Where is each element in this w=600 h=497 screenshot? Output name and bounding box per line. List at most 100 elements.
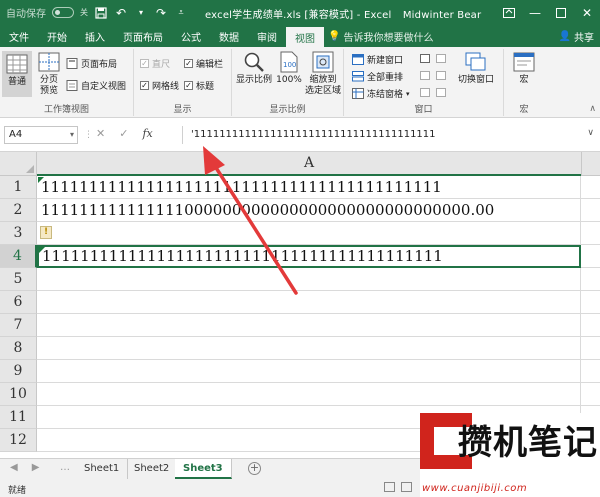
page-break-preview-button[interactable]: 分页 预览 (34, 51, 64, 97)
collapse-ribbon-icon[interactable]: ∧ (589, 104, 596, 114)
row-header[interactable]: 4 (0, 245, 37, 268)
row-header[interactable]: 8 (0, 337, 37, 360)
cell-a4[interactable]: 1111111111111111111111111111111111111111… (37, 245, 581, 268)
tab-file[interactable]: 文件 (0, 25, 38, 47)
formula-input[interactable]: '11111111111111111111111111111111111111 (182, 126, 582, 144)
split-icon[interactable] (420, 54, 430, 63)
reset-window-icon[interactable] (436, 88, 446, 97)
undo-dropdown-icon[interactable]: ▾ (134, 6, 148, 20)
row-header[interactable]: 12 (0, 429, 37, 452)
name-box-dropdown-icon[interactable]: ▾ (70, 127, 74, 143)
cell-a8[interactable] (37, 337, 581, 360)
name-box[interactable]: A4 ▾ (4, 126, 78, 144)
new-window-button[interactable]: 新建窗口 (352, 53, 403, 66)
cell-a2[interactable]: 1111111111111110000000000000000000000000… (37, 199, 581, 222)
tab-data[interactable]: 数据 (210, 25, 248, 47)
column-header-b[interactable] (581, 152, 600, 176)
headings-checkbox[interactable]: ✓ 标题 (184, 79, 214, 92)
hide-icon[interactable] (420, 71, 430, 80)
cell-a10[interactable] (37, 383, 581, 406)
ruler-checkbox[interactable]: ✓ 直尺 (140, 57, 170, 70)
arrange-all-button[interactable]: 全部重排 (352, 70, 403, 83)
row-header[interactable]: 5 (0, 268, 37, 291)
cell-b7[interactable] (581, 314, 600, 337)
cell-a1[interactable]: 1111111111111111111111111111111111111111… (37, 176, 581, 199)
row-header[interactable]: 9 (0, 360, 37, 383)
more-sheets-icon[interactable]: … (60, 462, 70, 473)
expand-formula-bar-icon[interactable]: ∨ (587, 128, 594, 138)
tab-insert[interactable]: 插入 (76, 25, 114, 47)
tab-home[interactable]: 开始 (38, 25, 76, 47)
macros-button[interactable]: 宏 (508, 51, 540, 86)
row-header[interactable]: 10 (0, 383, 37, 406)
undo-icon[interactable]: ↶ (114, 6, 128, 20)
ruler-check-icon: ✓ (140, 58, 149, 68)
insert-function-icon[interactable]: fx (142, 127, 152, 140)
row-header[interactable]: 7 (0, 314, 37, 337)
select-all-corner[interactable] (0, 152, 37, 176)
zoom-button[interactable]: 显示比例 (234, 51, 274, 86)
cell-a7[interactable] (37, 314, 581, 337)
autosave-toggle[interactable] (52, 7, 74, 18)
error-warning-icon[interactable]: ! (40, 226, 52, 239)
save-icon[interactable] (94, 6, 108, 20)
cell-b8[interactable] (581, 337, 600, 360)
zoom-to-selection-button[interactable]: 缩放到 选定区域 (304, 51, 342, 97)
cell-a5[interactable] (37, 268, 581, 291)
row-header[interactable]: 6 (0, 291, 37, 314)
close-icon[interactable]: ✕ (574, 0, 600, 25)
row-header[interactable]: 2 (0, 199, 37, 222)
cell-b10[interactable] (581, 383, 600, 406)
maximize-icon[interactable] (548, 0, 574, 25)
tab-view[interactable]: 视图 (286, 27, 324, 47)
formula-bar-splitter-icon[interactable]: ⋮ (84, 130, 93, 140)
zoom-100-button[interactable]: 100 100% (276, 51, 302, 86)
gridlines-checkbox[interactable]: ✓ 网格线 (140, 79, 179, 92)
page-layout-button[interactable]: 页面布局 (66, 57, 117, 70)
prev-sheet-icon[interactable]: ◀ (10, 462, 18, 473)
share-button[interactable]: 👤 共享 (559, 27, 594, 45)
cell-a9[interactable] (37, 360, 581, 383)
customize-toolbar-icon[interactable]: ⩡ (174, 6, 188, 20)
person-icon: 👤 (558, 30, 571, 42)
ribbon-display-icon[interactable] (496, 0, 522, 25)
table-row: 5 (0, 268, 600, 291)
minimize-icon[interactable]: — (522, 0, 548, 25)
tab-review[interactable]: 审阅 (248, 25, 286, 47)
custom-views-button[interactable]: 自定义视图 (66, 79, 126, 92)
row-header[interactable]: 3 (0, 222, 37, 245)
enter-icon[interactable]: ✓ (119, 127, 128, 140)
cell-b2[interactable] (581, 199, 600, 222)
row-header[interactable]: 11 (0, 406, 37, 429)
page-layout-status-icon[interactable] (401, 482, 412, 492)
column-header-a[interactable]: A (37, 152, 581, 176)
cancel-icon[interactable]: ✕ (96, 127, 105, 140)
normal-view-status-icon[interactable] (384, 482, 395, 492)
tab-page-layout[interactable]: 页面布局 (114, 25, 172, 47)
row-header[interactable]: 1 (0, 176, 37, 199)
macros-label: 宏 (519, 75, 529, 85)
normal-view-button[interactable]: 普通 (2, 51, 32, 97)
cell-b3[interactable] (581, 222, 600, 245)
redo-icon[interactable]: ↷ (154, 6, 168, 20)
cell-a3[interactable] (37, 222, 581, 245)
switch-windows-button[interactable]: 切换窗口 (452, 51, 500, 86)
view-side-by-side-icon[interactable] (436, 54, 446, 63)
add-sheet-icon[interactable]: + (248, 462, 261, 475)
formula-bar-checkbox[interactable]: ✓ 编辑栏 (184, 57, 223, 70)
sheet-tab-sheet3[interactable]: Sheet3 (175, 459, 232, 479)
freeze-panes-button[interactable]: 冻结窗格 ▾ (352, 87, 410, 100)
sync-scroll-icon[interactable] (436, 71, 446, 80)
cell-b4[interactable] (581, 245, 600, 268)
cell-b1[interactable] (581, 176, 600, 199)
cell-b5[interactable] (581, 268, 600, 291)
cell-a6[interactable] (37, 291, 581, 314)
cell-b9[interactable] (581, 360, 600, 383)
unhide-icon[interactable] (420, 88, 430, 97)
next-sheet-icon[interactable]: ▶ (32, 462, 40, 473)
tab-formulas[interactable]: 公式 (172, 25, 210, 47)
sheet-tab-sheet1[interactable]: Sheet1 (76, 459, 129, 479)
tell-me-search[interactable]: 💡 告诉我你想要做什么 (324, 25, 433, 47)
sheet-tab-sheet2[interactable]: Sheet2 (126, 459, 179, 479)
cell-b6[interactable] (581, 291, 600, 314)
